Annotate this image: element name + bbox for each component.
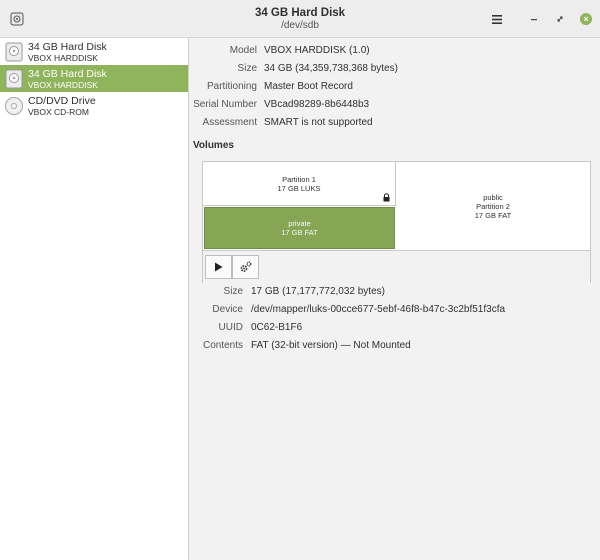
volume-device-label: Device bbox=[212, 304, 243, 315]
play-icon bbox=[215, 262, 223, 272]
disk-partitioning-value: Master Boot Record bbox=[264, 81, 353, 92]
volume-contents-label: Contents bbox=[202, 340, 243, 351]
volume-name: private bbox=[288, 219, 311, 228]
volume-uuid-value: 0C62-B1F6 bbox=[251, 322, 303, 333]
disk-serial-label: Serial Number bbox=[193, 99, 257, 110]
drive-name: CD/DVD Drive bbox=[28, 94, 96, 107]
volumes-map: Partition 1 17 GB LUKS private 17 GB FAT… bbox=[202, 161, 591, 283]
volume-toolbar bbox=[203, 250, 590, 283]
optical-drive-icon bbox=[4, 95, 24, 117]
hard-disk-icon bbox=[4, 41, 24, 63]
minimize-icon[interactable] bbox=[525, 10, 543, 28]
mount-button[interactable] bbox=[205, 255, 232, 279]
volume-size-label: Size bbox=[223, 286, 243, 297]
volume-name: public bbox=[483, 192, 503, 202]
volume-private[interactable]: private 17 GB FAT bbox=[204, 207, 395, 249]
gears-icon bbox=[240, 261, 251, 272]
volume-uuid-label: UUID bbox=[218, 322, 243, 333]
disk-assessment-value: SMART is not supported bbox=[264, 117, 373, 128]
volumes-heading: Volumes bbox=[193, 140, 234, 151]
volume-desc: 17 GB FAT bbox=[474, 210, 512, 220]
volume-device-value: /dev/mapper/luks-00cce677-5ebf-46f8-b47c… bbox=[251, 304, 506, 315]
hamburger-menu-icon[interactable] bbox=[487, 9, 507, 29]
window-controls: × bbox=[487, 9, 592, 29]
drive-item-hdd-2[interactable]: 34 GB Hard Disk VBOX HARDDISK bbox=[0, 65, 188, 92]
hard-disk-icon bbox=[4, 68, 24, 90]
drive-model: VBOX HARDDISK bbox=[28, 79, 98, 90]
close-icon[interactable]: × bbox=[580, 13, 592, 25]
volume-sub: Partition 2 bbox=[476, 201, 510, 211]
drive-name: 34 GB Hard Disk bbox=[28, 67, 107, 80]
disks-window: 34 GB Hard Disk /dev/sdb × 34 GB Hard Di… bbox=[0, 0, 600, 560]
disk-model-value: VBOX HARDDISK (1.0) bbox=[264, 45, 370, 56]
settings-button[interactable] bbox=[232, 255, 259, 279]
disk-size-value: 34 GB (34,359,738,368 bytes) bbox=[264, 63, 398, 74]
drive-item-hdd-1[interactable]: 34 GB Hard Disk VBOX HARDDISK bbox=[0, 38, 188, 65]
volume-desc: 17 GB FAT bbox=[281, 228, 318, 237]
drive-model: VBOX CD-ROM bbox=[28, 106, 89, 117]
volume-desc: 17 GB LUKS bbox=[277, 183, 321, 193]
disk-model-label: Model bbox=[229, 45, 257, 56]
disk-size-label: Size bbox=[237, 63, 257, 74]
volume-name: Partition 1 bbox=[282, 174, 316, 184]
volume-size-value: 17 GB (17,177,772,032 bytes) bbox=[251, 286, 385, 297]
drive-name: 34 GB Hard Disk bbox=[28, 40, 107, 53]
maximize-icon[interactable] bbox=[551, 10, 569, 28]
titlebar: 34 GB Hard Disk /dev/sdb × bbox=[0, 0, 600, 38]
disk-partitioning-label: Partitioning bbox=[206, 81, 257, 92]
drive-list: 34 GB Hard Disk VBOX HARDDISK 34 GB Hard… bbox=[0, 38, 189, 560]
drive-model: VBOX HARDDISK bbox=[28, 52, 98, 63]
lock-icon bbox=[383, 193, 390, 202]
drive-details: Model VBOX HARDDISK (1.0) Size 34 GB (34… bbox=[189, 38, 600, 560]
volume-partition-1[interactable]: Partition 1 17 GB LUKS bbox=[203, 162, 396, 206]
disk-assessment-label: Assessment bbox=[202, 117, 257, 128]
disk-serial-value: VBcad98289-8b6448b3 bbox=[264, 99, 370, 110]
volume-contents-value: FAT (32-bit version) — Not Mounted bbox=[251, 340, 411, 351]
volume-public[interactable]: public Partition 2 17 GB FAT bbox=[396, 162, 590, 250]
drive-item-optical[interactable]: CD/DVD Drive VBOX CD-ROM bbox=[0, 92, 188, 119]
